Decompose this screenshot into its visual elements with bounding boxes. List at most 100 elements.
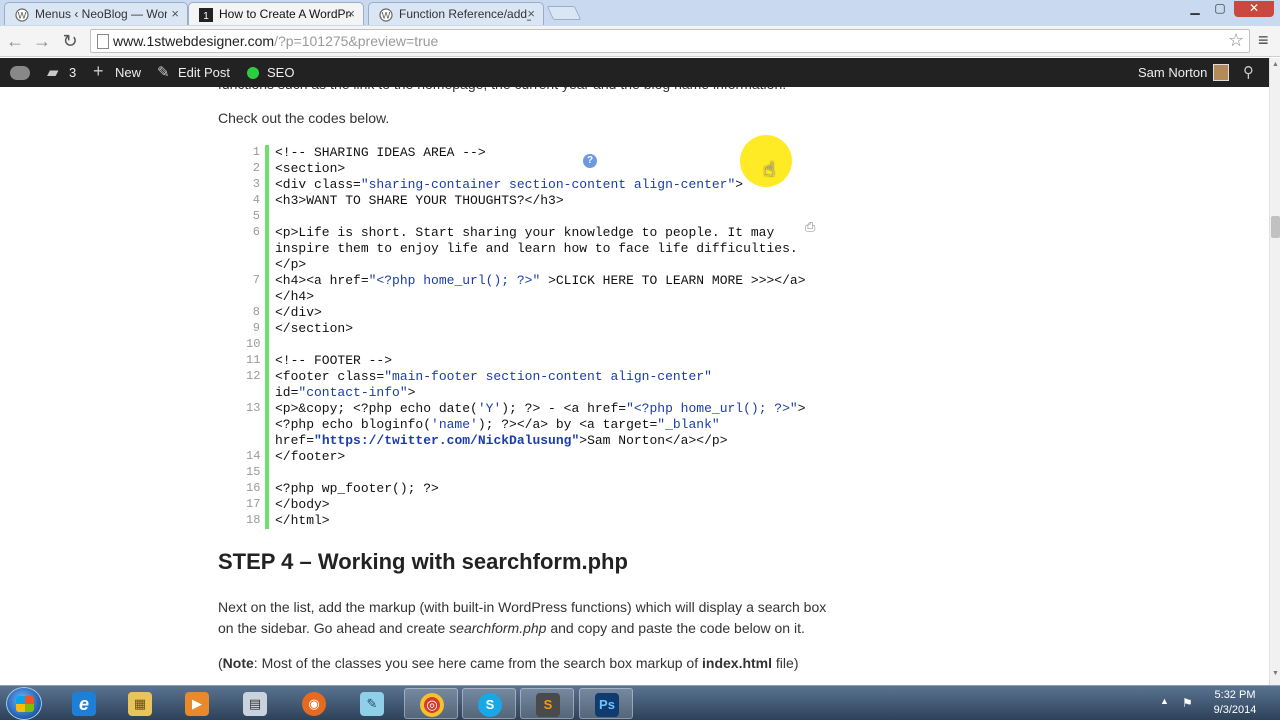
text: and copy and paste the code below on it. — [546, 620, 805, 636]
user-name[interactable]: Sam Norton — [1138, 65, 1207, 80]
taskbar-calculator[interactable]: ▤ — [228, 688, 282, 719]
ie-icon: e — [72, 692, 96, 716]
article-content: functions such as the link to the homepa… — [0, 87, 1269, 685]
code-text: <footer class= — [275, 369, 385, 384]
section-heading: STEP 4 – Working with searchform.php — [218, 549, 628, 574]
sublime-icon: S — [536, 693, 560, 717]
taskbar-sublime[interactable]: S — [520, 688, 574, 719]
page-scrollbar[interactable]: ▲ ▼ — [1269, 58, 1280, 685]
avatar[interactable] — [1213, 64, 1229, 81]
clock-date[interactable]: 9/3/2014 — [1205, 704, 1265, 716]
clock-time[interactable]: 5:32 PM — [1205, 689, 1265, 701]
taskbar-chrome[interactable]: ◎ — [404, 688, 458, 719]
windows-logo-icon — [16, 696, 34, 712]
edit-post-button[interactable]: Edit Post — [178, 65, 230, 80]
new-tab-button[interactable] — [546, 6, 582, 20]
code-line: </p> — [275, 257, 306, 272]
taskbar-firefox[interactable]: ◉ — [287, 688, 341, 719]
line-number: 9 — [252, 321, 260, 335]
code-line: </section> — [275, 321, 353, 336]
address-bar[interactable]: www.1stwebdesigner.com/?p=101275&preview… — [90, 29, 1250, 53]
taskbar-skype[interactable]: S — [462, 688, 516, 719]
tab-title: How to Create A WordPress — [219, 7, 351, 21]
notepad-icon: ✎ — [360, 692, 384, 716]
taskbar-ie[interactable]: e — [57, 688, 111, 719]
taskbar-media[interactable]: ▶ — [170, 688, 224, 719]
help-icon[interactable]: ? — [583, 154, 597, 168]
code-text: <!-- SHARING IDEAS AREA --> — [275, 145, 486, 160]
line-number: 12 — [246, 369, 261, 383]
note-paragraph: (Note: Most of the classes you see here … — [218, 653, 798, 674]
minimize-icon[interactable]: ▁ — [1183, 1, 1207, 17]
code-line: <h4><a href="<?php home_url(); ?>" >CLIC… — [275, 273, 806, 288]
print-icon[interactable]: ⎙ — [805, 219, 821, 234]
line-number: 11 — [246, 353, 261, 367]
seo-status-icon — [247, 67, 259, 79]
close-tab-icon[interactable]: × — [527, 6, 535, 21]
chrome-menu-icon[interactable]: ≡ — [1258, 29, 1274, 51]
code-text: <!-- FOOTER --> — [275, 353, 393, 368]
article-paragraph: on the sidebar. Go ahead and create sear… — [218, 618, 805, 639]
wp-logo-icon[interactable] — [10, 66, 30, 80]
close-tab-icon[interactable]: × — [171, 6, 179, 21]
close-tab-icon[interactable]: × — [347, 6, 355, 21]
start-button[interactable] — [6, 687, 42, 720]
wordpress-icon: W — [15, 8, 29, 22]
line-number: 13 — [246, 401, 261, 415]
skype-icon: S — [478, 693, 502, 717]
maximize-icon[interactable]: ▢ — [1208, 1, 1232, 17]
comment-icon[interactable]: ▰ — [47, 63, 59, 81]
code-text: </body> — [275, 497, 330, 512]
search-icon[interactable]: ⚲ — [1243, 63, 1254, 81]
windows-taskbar: e ▦ ▶ ▤ ◉ ✎ ◎ S S Ps ▲ ⚑ 5:32 PM 9/3/201… — [0, 685, 1280, 720]
taskbar-notepad[interactable]: ✎ — [345, 688, 399, 719]
code-text: <div class= — [275, 177, 361, 192]
scroll-down-icon[interactable]: ▼ — [1272, 670, 1279, 677]
line-number: 18 — [246, 513, 261, 527]
reload-icon[interactable]: ↻ — [59, 30, 81, 52]
scroll-up-icon[interactable]: ▲ — [1272, 61, 1279, 68]
plus-icon[interactable]: + — [93, 61, 104, 82]
chrome-icon: ◎ — [420, 693, 444, 717]
line-number: 6 — [252, 225, 260, 239]
comments-count[interactable]: 3 — [69, 65, 76, 80]
seo-menu[interactable]: SEO — [267, 65, 294, 80]
line-number: 3 — [252, 177, 260, 191]
tab-how-to-create[interactable]: 1 How to Create A WordPress × — [188, 2, 364, 25]
code-line: href="https://twitter.com/NickDalusung">… — [275, 433, 728, 448]
code-text: <?php echo bloginfo( — [275, 417, 432, 432]
code-text: </html> — [275, 513, 330, 528]
forward-icon[interactable]: → — [31, 30, 53, 52]
tab-title: Function Reference/add_a — [399, 7, 531, 21]
action-center-icon[interactable]: ⚑ — [1182, 696, 1193, 710]
note-label: Note — [222, 655, 254, 671]
code-line: </h4> — [275, 289, 314, 304]
url-host: www.1stwebdesigner.com — [113, 33, 275, 49]
line-number: 14 — [246, 449, 261, 463]
taskbar-photoshop[interactable]: Ps — [579, 688, 633, 719]
bookmark-star-icon[interactable]: ☆ — [1228, 30, 1244, 51]
close-window-icon[interactable]: ✕ — [1234, 1, 1274, 17]
code-string: 'Y' — [477, 401, 502, 416]
code-line: <!-- SHARING IDEAS AREA --> — [275, 145, 486, 160]
code-text: inspire them to enjoy life and learn how… — [275, 241, 798, 256]
code-string: "contact-info" — [298, 385, 408, 400]
back-icon[interactable]: ← — [4, 30, 26, 52]
code-string: "_blank" — [657, 417, 720, 432]
code-text: ); ?> - <a href= — [501, 401, 627, 416]
scrollbar-thumb[interactable] — [1271, 216, 1280, 238]
code-text: <p>Life is short. Start sharing your kno… — [275, 225, 775, 240]
article-paragraph: Next on the list, add the markup (with b… — [218, 599, 827, 615]
taskbar-explorer[interactable]: ▦ — [113, 688, 167, 719]
new-button[interactable]: New — [115, 65, 141, 80]
tab-function-reference[interactable]: W Function Reference/add_a × — [368, 2, 544, 25]
pencil-icon[interactable]: ✎ — [157, 63, 170, 81]
code-text: </div> — [275, 305, 322, 320]
tab-menus-neoblog[interactable]: W Menus ‹ NeoBlog — Wordpress × — [4, 2, 188, 25]
code-text: </h4> — [275, 289, 315, 304]
code-text: href= — [275, 433, 315, 448]
line-number: 15 — [246, 465, 261, 479]
tray-expand-icon[interactable]: ▲ — [1160, 696, 1169, 706]
url-text[interactable]: www.1stwebdesigner.com/?p=101275&preview… — [113, 33, 438, 49]
tab-title: Menus ‹ NeoBlog — Wordpress — [35, 7, 167, 21]
